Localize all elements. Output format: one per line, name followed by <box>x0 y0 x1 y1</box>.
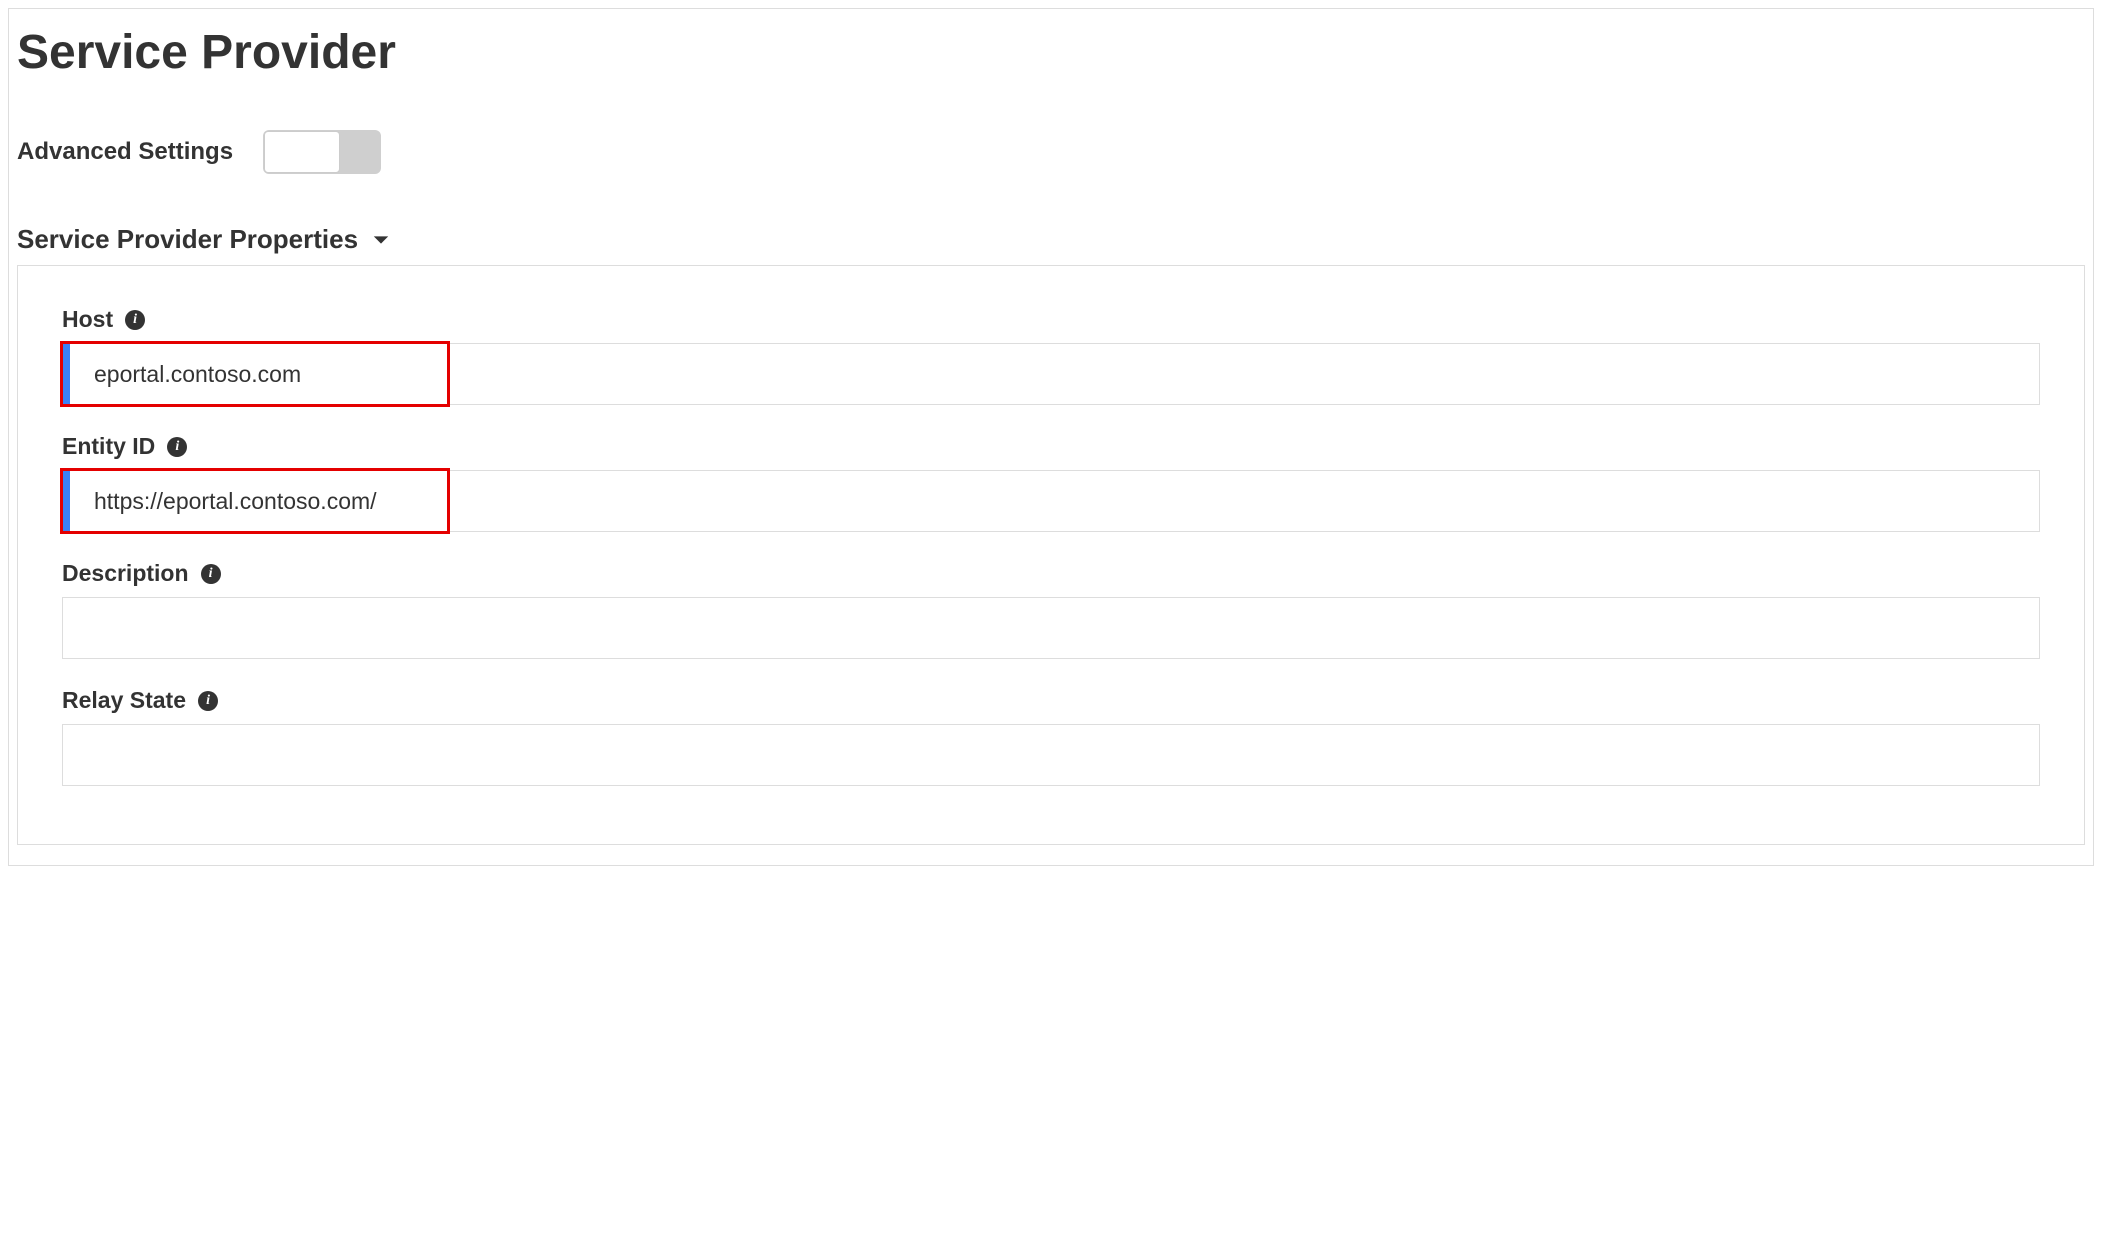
chevron-down-icon <box>372 231 390 249</box>
advanced-settings-row: Advanced Settings <box>9 130 2093 174</box>
host-field-group: Host i <box>62 306 2040 405</box>
page-title: Service Provider <box>9 9 2093 80</box>
relay-state-input[interactable] <box>62 724 2040 786</box>
info-icon[interactable]: i <box>125 310 145 330</box>
section-header[interactable]: Service Provider Properties <box>9 224 2093 255</box>
advanced-settings-label: Advanced Settings <box>17 138 233 166</box>
host-label: Host <box>62 306 113 333</box>
info-icon[interactable]: i <box>201 564 221 584</box>
info-icon[interactable]: i <box>198 691 218 711</box>
toggle-knob <box>264 131 340 173</box>
advanced-settings-toggle[interactable] <box>263 130 381 174</box>
properties-panel: Host i Entity ID i Description <box>17 265 2085 845</box>
entity-id-input[interactable] <box>70 470 2040 532</box>
description-label: Description <box>62 560 189 587</box>
relay-state-field-group: Relay State i <box>62 687 2040 786</box>
info-icon[interactable]: i <box>167 437 187 457</box>
required-indicator <box>62 343 70 405</box>
description-field-group: Description i <box>62 560 2040 659</box>
relay-state-label: Relay State <box>62 687 186 714</box>
service-provider-page: Service Provider Advanced Settings Servi… <box>8 8 2094 866</box>
host-input-wrap <box>62 343 2040 405</box>
entity-id-input-wrap <box>62 470 2040 532</box>
entity-id-label: Entity ID <box>62 433 155 460</box>
required-indicator <box>62 470 70 532</box>
host-input[interactable] <box>70 343 2040 405</box>
entity-id-field-group: Entity ID i <box>62 433 2040 532</box>
section-title: Service Provider Properties <box>17 224 358 255</box>
description-input[interactable] <box>62 597 2040 659</box>
